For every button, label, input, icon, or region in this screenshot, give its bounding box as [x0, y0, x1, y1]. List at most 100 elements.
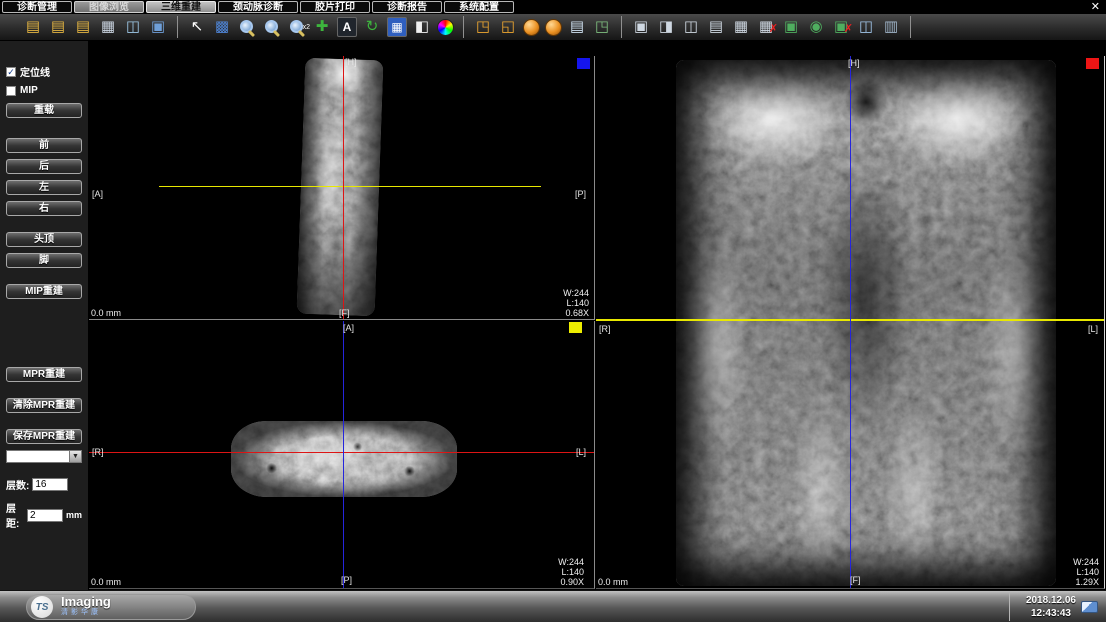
- tab-system-config[interactable]: 系统配置: [444, 1, 514, 13]
- layer-count-label: 层数:: [6, 477, 29, 492]
- series-select-value: [7, 451, 69, 462]
- orientation-label-top: [H]: [848, 58, 860, 68]
- front-button[interactable]: 前: [6, 138, 82, 153]
- curve-recon-icon[interactable]: ◱: [498, 17, 518, 37]
- orientation-label-right: [L]: [576, 447, 586, 457]
- tab-diagnosis-management[interactable]: 诊断管理: [2, 1, 72, 13]
- clock: 2018.12.06 12:43:43: [1026, 594, 1076, 620]
- close-icon[interactable]: ✕: [1091, 0, 1100, 14]
- panel-link-marker-blue[interactable]: [577, 58, 590, 69]
- layout-close-icon[interactable]: ▦✗: [756, 17, 776, 37]
- layer-spacing-label: 层距:: [6, 500, 24, 530]
- orientation-label-bottom: [F]: [339, 308, 350, 318]
- layer-spacing-unit: mm: [66, 510, 82, 520]
- pointer-tool-icon[interactable]: ↖: [187, 17, 207, 37]
- save-mpr-button[interactable]: 保存MPR重建: [6, 429, 82, 444]
- layer-spacing-input[interactable]: [27, 509, 63, 522]
- next-study-folder-icon[interactable]: ▤: [73, 17, 93, 37]
- refresh-reset-icon[interactable]: ↻: [362, 17, 382, 37]
- layer-count-row: 层数:: [6, 477, 82, 492]
- pan-tool-icon[interactable]: ✚: [312, 17, 332, 37]
- sidebar-panel: 定位线 MIP 重载 前 后 左 右 头顶 脚 MIP重建 MPR重建 清除MP…: [0, 41, 88, 590]
- open-folder-icon[interactable]: ▤: [23, 17, 43, 37]
- annotation-icon[interactable]: A: [337, 17, 357, 37]
- crosshair-horizontal-red[interactable]: [89, 452, 595, 453]
- locator-line-checkbox-row[interactable]: 定位线: [6, 65, 82, 78]
- clear-mpr-button[interactable]: 清除MPR重建: [6, 398, 82, 413]
- series-select[interactable]: ▼: [6, 450, 82, 463]
- layout-quad-icon[interactable]: ▦: [731, 17, 751, 37]
- layer-count-input[interactable]: [32, 478, 68, 491]
- mpr-recon-icon[interactable]: ◳: [473, 17, 493, 37]
- layout-horizontal-split-icon[interactable]: ▤: [706, 17, 726, 37]
- status-bar: TS Imaging 清影华康 2018.12.06 12:43:43: [0, 590, 1106, 622]
- tab-3d-reconstruction[interactable]: 三维重建: [146, 1, 216, 13]
- panel-link-marker-red[interactable]: [1086, 58, 1099, 69]
- crosshair-vertical-blue[interactable]: [850, 56, 851, 589]
- tab-carotid-diagnosis[interactable]: 颈动脉诊断: [218, 1, 298, 13]
- window-level-readout: W:244 L:140 0.68X: [563, 288, 589, 318]
- shape-delete-icon[interactable]: ▣✗: [831, 17, 851, 37]
- mip-label: MIP: [20, 85, 38, 96]
- mri-image-axial[interactable]: [231, 421, 457, 497]
- save-image-icon[interactable]: ◳: [592, 17, 612, 37]
- panel-link-marker-yellow[interactable]: [569, 322, 582, 333]
- worklist-icon[interactable]: ▦: [98, 17, 118, 37]
- back-button[interactable]: 后: [6, 159, 82, 174]
- layout-compare-icon[interactable]: ◫: [856, 17, 876, 37]
- orientation-label-right: [L]: [1088, 324, 1098, 334]
- sagittal-panel[interactable]: [H] [A] [P] [F] 0.0 mm W:244 L:140 0.68X: [89, 56, 595, 320]
- reload-button[interactable]: 重载: [6, 103, 82, 118]
- input-method-icon[interactable]: [1081, 601, 1098, 613]
- orientation-label-bottom: [P]: [341, 575, 352, 585]
- color-palette-icon[interactable]: [437, 19, 454, 36]
- angle-coin-icon[interactable]: [545, 19, 562, 36]
- mri-image-coronal[interactable]: [676, 60, 1056, 586]
- slice-position-label: 0.0 mm: [598, 577, 628, 587]
- image-send-icon[interactable]: ◫: [123, 17, 143, 37]
- orientation-label-left: [R]: [92, 447, 104, 457]
- locator-line-checkbox[interactable]: [6, 67, 16, 77]
- vendor-logo: TS Imaging 清影华康: [26, 594, 196, 620]
- tab-image-browse[interactable]: 图像浏览: [74, 1, 144, 13]
- toolbar-group: ◳◱▤◳: [464, 16, 622, 38]
- invert-contrast-icon[interactable]: ◧: [412, 17, 432, 37]
- axial-panel[interactable]: [A] [R] [L] [P] 0.0 mm W:244 L:140 0.90X: [89, 321, 595, 589]
- head-button[interactable]: 头顶: [6, 232, 82, 247]
- mpr-recon-button[interactable]: MPR重建: [6, 367, 82, 382]
- shape-square-icon[interactable]: ▣: [781, 17, 801, 37]
- zoom-tool-icon[interactable]: [237, 17, 257, 37]
- foot-button[interactable]: 脚: [6, 253, 82, 268]
- tile-layout-icon[interactable]: ▦: [387, 17, 407, 37]
- statusbar-divider: [1009, 593, 1010, 621]
- window-level-icon[interactable]: ▩: [212, 17, 232, 37]
- report-doc-icon[interactable]: ▤: [567, 17, 587, 37]
- shape-circle-icon[interactable]: ◉: [806, 17, 826, 37]
- zoom-region-icon[interactable]: [262, 17, 282, 37]
- mip-checkbox[interactable]: [6, 86, 16, 96]
- tab-diagnosis-report[interactable]: 诊断报告: [372, 1, 442, 13]
- right-button[interactable]: 右: [6, 201, 82, 216]
- mip-recon-button[interactable]: MIP重建: [6, 284, 82, 299]
- archive-database-icon[interactable]: ▣: [148, 17, 168, 37]
- cascade-windows-icon[interactable]: ▥: [881, 17, 901, 37]
- measure-coin-icon[interactable]: [523, 19, 540, 36]
- crosshair-vertical-red[interactable]: [343, 56, 344, 320]
- prev-study-folder-icon[interactable]: ▤: [48, 17, 68, 37]
- zoom-2x-icon[interactable]: x2: [287, 17, 307, 37]
- toolbar-group: ↖▩ x2✚A↻▦◧: [178, 16, 464, 38]
- layout-single-icon[interactable]: ▣: [631, 17, 651, 37]
- orientation-label-top: [A]: [343, 323, 354, 333]
- layout-vertical-split-icon[interactable]: ◫: [681, 17, 701, 37]
- locator-line-label: 定位线: [20, 64, 50, 79]
- chevron-down-icon[interactable]: ▼: [69, 451, 81, 462]
- left-button[interactable]: 左: [6, 180, 82, 195]
- coronal-panel[interactable]: [H] [R] [L] [F] 0.0 mm W:244 L:140 1.29X: [596, 56, 1105, 589]
- mip-checkbox-row[interactable]: MIP: [6, 84, 82, 97]
- mri-image-sagittal[interactable]: [297, 58, 384, 317]
- layout-image-report-icon[interactable]: ◨: [656, 17, 676, 37]
- crosshair-horizontal-yellow[interactable]: [159, 186, 541, 187]
- date-label: 2018.12.06: [1026, 594, 1076, 607]
- crosshair-vertical-blue[interactable]: [343, 321, 344, 589]
- tab-film-print[interactable]: 胶片打印: [300, 1, 370, 13]
